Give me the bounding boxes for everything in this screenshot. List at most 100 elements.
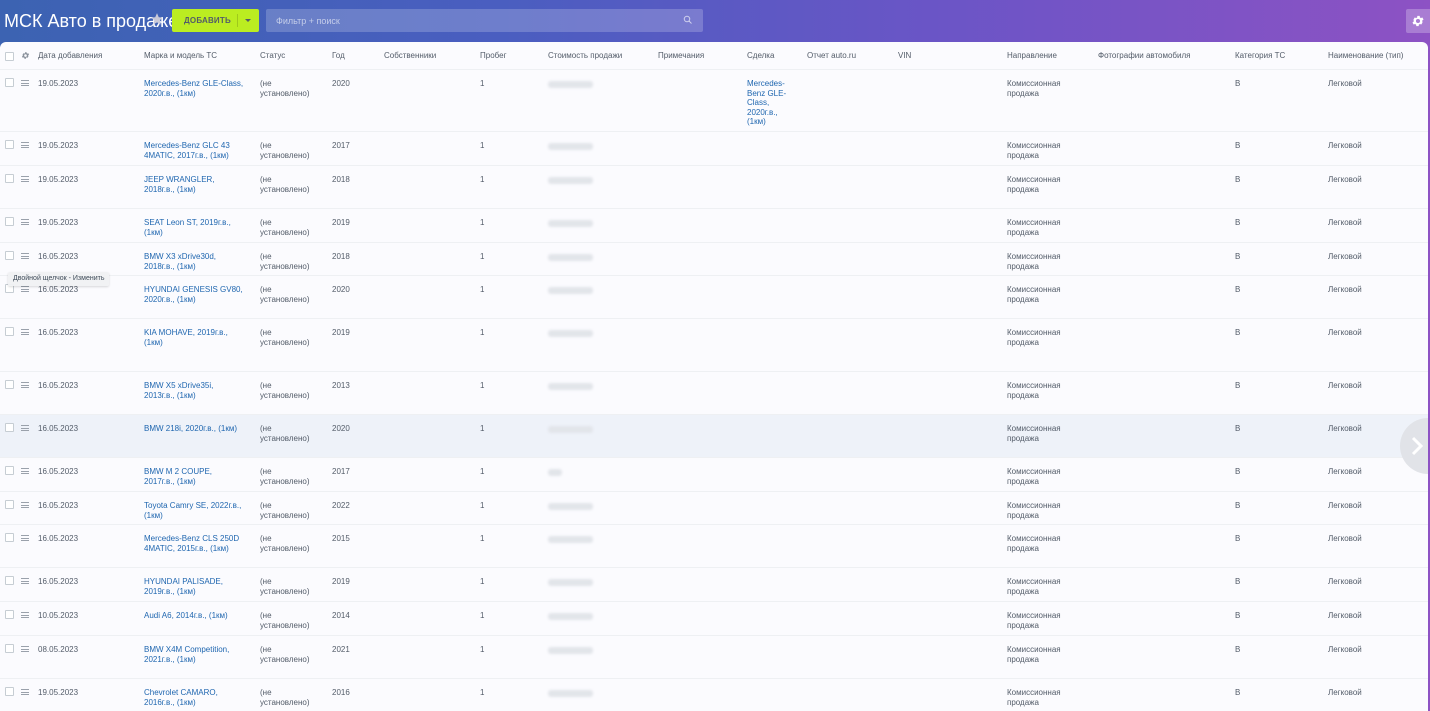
cell-model[interactable]: SEAT Leon ST, 2019г.в., (1км)	[144, 218, 244, 237]
column-header-date[interactable]: Дата добавления	[38, 51, 102, 60]
table-row[interactable]: 16.05.2023 BMW X5 xDrive35i, 2013г.в., (1…	[0, 371, 1428, 415]
select-all-checkbox[interactable]	[5, 52, 14, 61]
row-menu-icon[interactable]	[21, 612, 29, 618]
grid-header: Дата добавления Марка и модель ТС Статус…	[0, 42, 1428, 70]
row-menu-icon[interactable]	[21, 535, 29, 541]
cell-model[interactable]: JEEP WRANGLER, 2018г.в., (1км)	[144, 175, 244, 194]
row-checkbox[interactable]	[5, 174, 14, 183]
cell-deal[interactable]: Mercedes-Benz GLE-Class, 2020г.в., (1км)	[747, 79, 797, 127]
row-checkbox[interactable]	[5, 644, 14, 653]
search-icon[interactable]	[683, 15, 693, 25]
cell-model[interactable]: BMW X4M Competition, 2021г.в., (1км)	[144, 645, 244, 664]
column-header-direction[interactable]: Направление	[1007, 51, 1057, 60]
row-checkbox[interactable]	[5, 610, 14, 619]
row-checkbox[interactable]	[5, 380, 14, 389]
cell-price-redacted	[548, 177, 593, 184]
row-checkbox[interactable]	[5, 217, 14, 226]
row-menu-icon[interactable]	[21, 502, 29, 508]
row-checkbox[interactable]	[5, 500, 14, 509]
table-row[interactable]: 16.05.2023 Toyota Camry SE, 2022г.в., (1к…	[0, 491, 1428, 525]
row-menu-icon[interactable]	[21, 142, 29, 148]
table-row[interactable]: 19.05.2023 SEAT Leon ST, 2019г.в., (1км) (…	[0, 208, 1428, 243]
row-checkbox[interactable]	[5, 423, 14, 432]
row-checkbox[interactable]	[5, 327, 14, 336]
row-menu-icon[interactable]	[21, 468, 29, 474]
column-header-status[interactable]: Статус	[260, 51, 285, 60]
row-menu-icon[interactable]	[21, 219, 29, 225]
cell-model[interactable]: HYUNDAI GENESIS GV80, 2020г.в., (1км)	[144, 285, 244, 304]
cell-model[interactable]: BMW 218i, 2020г.в., (1км)	[144, 424, 244, 434]
cell-model[interactable]: KIA MOHAVE, 2019г.в., (1км)	[144, 328, 244, 347]
star-icon[interactable]	[150, 12, 164, 26]
table-row[interactable]: 08.05.2023 BMW X4M Competition, 2021г.в.,…	[0, 635, 1428, 679]
column-header-category[interactable]: Категория ТС	[1235, 51, 1285, 60]
table-row[interactable]: 16.05.2023 KIA MOHAVE, 2019г.в., (1км) (не…	[0, 318, 1428, 372]
cell-status: (не установлено)	[260, 534, 310, 553]
table-row[interactable]: 19.05.2023 Mercedes-Benz GLC 43 4MATIC, 2…	[0, 131, 1428, 166]
column-header-report[interactable]: Отчет auto.ru	[807, 51, 856, 60]
row-menu-icon[interactable]	[21, 689, 29, 695]
row-checkbox[interactable]	[5, 140, 14, 149]
row-checkbox[interactable]	[5, 687, 14, 696]
column-settings-gear-icon[interactable]	[21, 51, 30, 60]
column-header-notes[interactable]: Примечания	[658, 51, 704, 60]
row-menu-icon[interactable]	[21, 176, 29, 182]
cell-model[interactable]: Mercedes-Benz GLC 43 4MATIC, 2017г.в., (…	[144, 141, 244, 160]
column-header-type[interactable]: Наименование (тип)	[1328, 51, 1403, 60]
caret-down-icon[interactable]	[245, 19, 251, 22]
cell-model[interactable]: BMW X3 xDrive30d, 2018г.в., (1км)	[144, 252, 244, 271]
row-menu-icon[interactable]	[21, 382, 29, 388]
row-menu-icon[interactable]	[21, 80, 29, 86]
row-checkbox[interactable]	[5, 466, 14, 475]
row-checkbox[interactable]	[5, 251, 14, 260]
table-row[interactable]: 16.05.2023 BMW M 2 COUPE, 2017г.в., (1км)…	[0, 457, 1428, 492]
gear-icon	[1412, 15, 1424, 27]
cell-model[interactable]: Audi A6, 2014г.в., (1км)	[144, 611, 244, 621]
column-header-owners[interactable]: Собственники	[384, 51, 436, 60]
table-row[interactable]: 16.05.2023 HYUNDAI GENESIS GV80, 2020г.в.…	[0, 275, 1428, 319]
column-header-mileage[interactable]: Пробег	[480, 51, 507, 60]
column-header-vin[interactable]: VIN	[898, 51, 911, 60]
table-row[interactable]: 16.05.2023 BMW 218i, 2020г.в., (1км) (не у…	[0, 414, 1428, 458]
table-row[interactable]: 16.05.2023 HYUNDAI PALISADE, 2019г.в., (1…	[0, 567, 1428, 602]
add-button[interactable]: ДОБАВИТЬ	[172, 9, 259, 32]
row-menu-icon[interactable]	[21, 329, 29, 335]
table-row[interactable]: 19.05.2023 Chevrolet CAMARO, 2016г.в., (1…	[0, 678, 1428, 711]
search-input[interactable]	[266, 9, 703, 32]
cell-year: 2016	[332, 688, 350, 697]
row-menu-icon[interactable]	[21, 253, 29, 259]
cell-model[interactable]: HYUNDAI PALISADE, 2019г.в., (1км)	[144, 577, 244, 596]
row-menu-icon[interactable]	[21, 286, 29, 292]
column-header-photos[interactable]: Фотографии автомобиля	[1098, 51, 1190, 60]
cell-model[interactable]: BMW M 2 COUPE, 2017г.в., (1км)	[144, 467, 244, 486]
cell-direction: Комиссионная продажа	[1007, 501, 1061, 520]
cell-model[interactable]: Toyota Camry SE, 2022г.в., (1км)	[144, 501, 244, 520]
table-row[interactable]: 10.05.2023 Audi A6, 2014г.в., (1км) (не ус…	[0, 601, 1428, 636]
row-checkbox[interactable]	[5, 78, 14, 87]
column-header-model[interactable]: Марка и модель ТС	[144, 51, 217, 60]
cell-status: (не установлено)	[260, 611, 310, 630]
cell-model[interactable]: Mercedes-Benz CLS 250D 4MATIC, 2015г.в.,…	[144, 534, 244, 553]
table-row[interactable]: 16.05.2023 Mercedes-Benz CLS 250D 4MATIC,…	[0, 524, 1428, 568]
table-row[interactable]: 16.05.2023 BMW X3 xDrive30d, 2018г.в., (1…	[0, 242, 1428, 276]
row-menu-icon[interactable]	[21, 578, 29, 584]
chevron-right-icon	[1411, 436, 1424, 456]
cell-model[interactable]: BMW X5 xDrive35i, 2013г.в., (1км)	[144, 381, 244, 400]
add-button-divider	[237, 14, 238, 27]
row-checkbox[interactable]	[5, 576, 14, 585]
row-menu-icon[interactable]	[21, 646, 29, 652]
row-menu-icon[interactable]	[21, 425, 29, 431]
row-checkbox[interactable]	[5, 533, 14, 542]
cell-model[interactable]: Chevrolet CAMARO, 2016г.в., (1км)	[144, 688, 244, 707]
column-header-year[interactable]: Год	[332, 51, 345, 60]
table-row[interactable]: 19.05.2023 JEEP WRANGLER, 2018г.в., (1км)…	[0, 165, 1428, 209]
table-row[interactable]: 19.05.2023 Mercedes-Benz GLE-Class, 2020г…	[0, 69, 1428, 132]
column-header-price[interactable]: Стоимость продажи	[548, 51, 622, 60]
settings-button[interactable]	[1406, 9, 1430, 33]
cell-year: 2019	[332, 328, 350, 337]
cell-price-redacted	[548, 647, 593, 654]
column-header-deal[interactable]: Сделка	[747, 51, 774, 60]
cell-type: Легковой	[1328, 424, 1362, 433]
cell-model[interactable]: Mercedes-Benz GLE-Class, 2020г.в., (1км)	[144, 79, 244, 98]
cell-direction: Комиссионная продажа	[1007, 328, 1061, 347]
